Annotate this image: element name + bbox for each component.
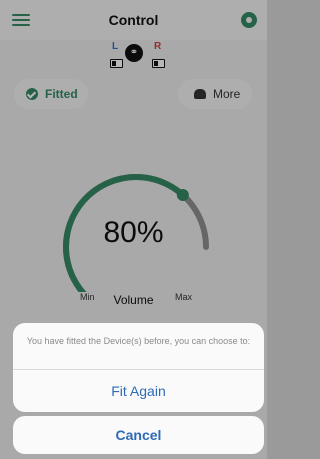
more-button[interactable]: More [178, 79, 252, 109]
page-title: Control [108, 12, 159, 28]
action-sheet: You have fitted the Device(s) before, yo… [13, 323, 264, 412]
fit-again-button[interactable]: Fit Again [13, 370, 264, 412]
more-label: More [213, 87, 241, 101]
left-device-label: L [112, 41, 119, 52]
volume-label: Volume [113, 293, 154, 307]
right-battery-icon [152, 59, 165, 68]
link-devices-icon[interactable]: ⚭ [125, 44, 143, 62]
check-icon [26, 88, 38, 100]
fitted-label: Fitted [45, 87, 78, 101]
cancel-button[interactable]: Cancel [13, 416, 264, 454]
header-bar: Control [0, 0, 267, 40]
action-sheet-message: You have fitted the Device(s) before, yo… [26, 336, 251, 346]
volume-knob [176, 188, 189, 201]
volume-percent: 80% [103, 216, 164, 249]
left-battery-icon [110, 59, 123, 68]
fitted-status-button[interactable]: Fitted [14, 79, 88, 109]
volume-max-label: Max [175, 292, 193, 302]
hearing-aid-icon [194, 89, 206, 99]
right-device-label: R [154, 41, 162, 52]
settings-gear-icon[interactable] [241, 12, 257, 28]
